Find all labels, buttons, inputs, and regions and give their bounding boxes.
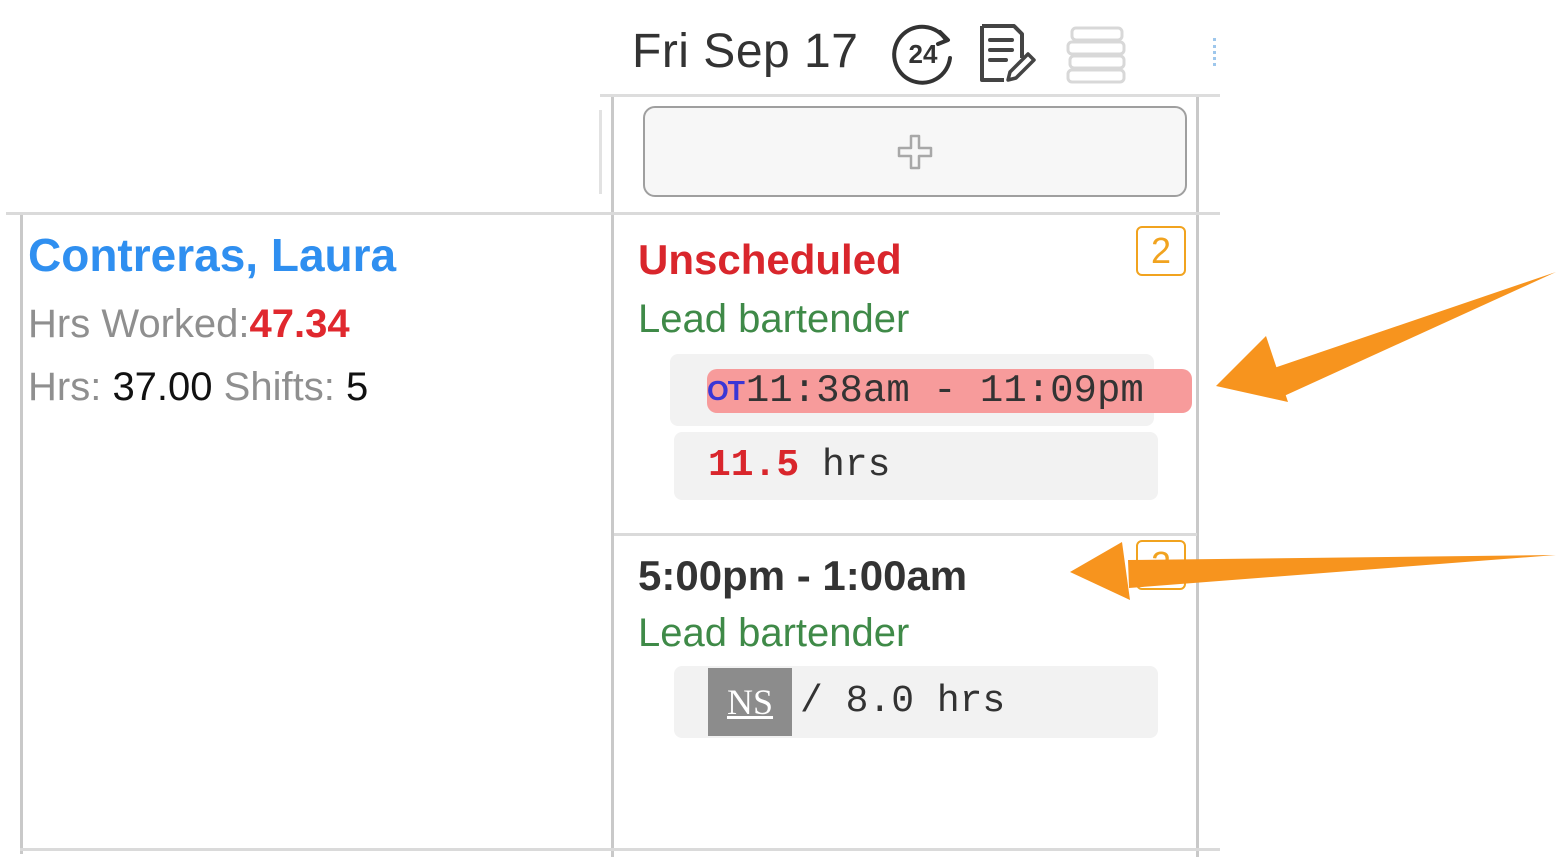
overtime-tag: OT bbox=[707, 375, 745, 406]
day-header-label: Fri Sep 17 bbox=[632, 25, 859, 78]
header-divider bbox=[600, 94, 1220, 97]
notes-edit-icon[interactable] bbox=[968, 18, 1038, 88]
shifts-label: Shifts: bbox=[212, 365, 346, 409]
overtime-punch-pill[interactable]: OT 11:38am - 11:09pm bbox=[707, 369, 1192, 413]
arrow-to-overtime-pill bbox=[1216, 272, 1556, 402]
worked-hours-unit: hrs bbox=[799, 444, 891, 487]
add-shift-button[interactable] bbox=[643, 106, 1187, 197]
shift-status-unscheduled[interactable]: Unscheduled bbox=[638, 235, 902, 285]
scheduled-hours-value: 37.00 bbox=[112, 365, 213, 409]
shifts-count-value: 5 bbox=[345, 365, 369, 409]
employee-name-link[interactable]: Contreras, Laura bbox=[28, 228, 396, 282]
day-column-right-border bbox=[1196, 97, 1199, 857]
hours-worked-label: Hrs Worked: bbox=[28, 302, 250, 346]
row-bottom-divider bbox=[20, 848, 1220, 851]
shift-role: Lead bartender bbox=[638, 611, 910, 655]
shift-time-range[interactable]: 5:00pm - 1:00am bbox=[638, 551, 967, 601]
hours-worked-value: 47.34 bbox=[249, 302, 350, 346]
scheduled-summary-line: Hrs: 37.00 Shifts: 5 bbox=[28, 363, 368, 411]
svg-text:24: 24 bbox=[909, 39, 938, 69]
worked-hours-line: 11.5 hrs bbox=[708, 444, 890, 488]
stack-icon[interactable] bbox=[1062, 18, 1132, 88]
24-hour-icon[interactable]: 24 bbox=[888, 18, 958, 88]
worked-hours-value: 11.5 bbox=[708, 444, 800, 487]
shift-role: Lead bartender bbox=[638, 297, 910, 341]
day-column-left-border bbox=[611, 97, 614, 857]
shift-count-badge[interactable]: 2 bbox=[1136, 226, 1186, 276]
schedule-view: Fri Sep 17 24 Contreras, Laura Hrs Worke… bbox=[0, 0, 1560, 866]
shift-count-badge[interactable]: 2 bbox=[1136, 540, 1186, 590]
plus-icon bbox=[897, 134, 933, 169]
punch-time-range: 11:38am - 11:09pm bbox=[745, 369, 1144, 413]
no-show-link[interactable]: NS bbox=[708, 668, 792, 736]
scheduled-hours-label: Hrs: bbox=[28, 365, 113, 409]
row-top-divider bbox=[6, 212, 1220, 215]
name-column-header-border bbox=[599, 110, 602, 194]
shift-divider bbox=[614, 533, 1197, 536]
next-column-edge bbox=[1213, 38, 1220, 66]
scheduled-hours-text: / 8.0 hrs bbox=[800, 680, 1006, 723]
hours-worked-line: Hrs Worked:47.34 bbox=[28, 300, 350, 348]
left-border bbox=[20, 214, 23, 854]
